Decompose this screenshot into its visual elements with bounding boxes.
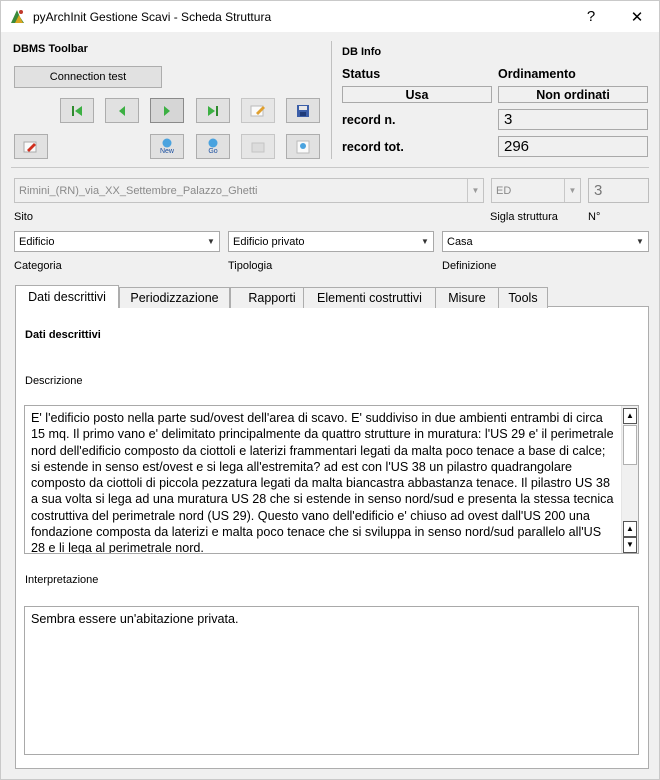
definizione-label: Definizione (442, 260, 497, 272)
tab-panel-dati-descrittivi: Dati descrittivi Descrizione E' l'edific… (15, 306, 649, 769)
last-record-icon (208, 105, 218, 116)
order-label: Ordinamento (498, 67, 576, 81)
tab-rapporti[interactable]: Rapporti (230, 287, 314, 308)
numero-label: N° (588, 211, 601, 223)
edit-button[interactable] (241, 98, 275, 123)
interpretazione-textarea[interactable]: Sembra essere un'abitazione privata. (24, 606, 639, 755)
tipologia-value: Edificio privato (233, 235, 305, 248)
next-record-icon (164, 105, 170, 116)
record-tot-field: 296 (498, 136, 648, 157)
go-label: Go (208, 148, 218, 155)
view-button[interactable] (241, 134, 275, 159)
sigla-combo[interactable]: ED ▼ (491, 178, 581, 203)
sort-icon (296, 140, 310, 153)
order-field: Non ordinati (498, 86, 648, 103)
chevron-down-icon: ▼ (421, 237, 429, 246)
tab-periodizzazione[interactable]: Periodizzazione (119, 287, 230, 308)
definizione-combo[interactable]: Casa ▼ (442, 231, 649, 252)
edit-record-icon (23, 141, 37, 152)
record-tot-label: record tot. (342, 140, 404, 154)
new-record-icon (162, 138, 172, 148)
edit-icon (250, 105, 265, 116)
tab-misure[interactable]: Misure (435, 287, 499, 308)
chevron-down-icon: ▼ (467, 179, 483, 202)
first-record-icon (72, 105, 82, 116)
tipologia-combo[interactable]: Edificio privato ▼ (228, 231, 434, 252)
scroll-down-icon[interactable]: ▼ (623, 537, 637, 553)
delete-record-button[interactable] (14, 134, 48, 159)
sigla-value: ED (496, 184, 512, 197)
descrizione-scrollbar[interactable]: ▲ ▲ ▼ (621, 406, 638, 553)
help-button[interactable]: ? (568, 1, 614, 32)
new-record-button[interactable]: New (150, 134, 184, 159)
app-icon (11, 10, 24, 23)
help-icon: ? (586, 8, 596, 25)
previous-record-icon (119, 105, 125, 116)
folder-icon (251, 142, 265, 152)
scroll-up-icon[interactable]: ▲ (623, 521, 637, 537)
chevron-down-icon: ▼ (636, 237, 644, 246)
chevron-down-icon: ▼ (207, 237, 215, 246)
scroll-up-icon[interactable]: ▲ (623, 408, 637, 424)
go-button[interactable]: Go (196, 134, 230, 159)
chevron-down-icon: ▼ (564, 179, 580, 202)
sort-button[interactable] (286, 134, 320, 159)
interpretazione-text: Sembra essere un'abitazione privata. (31, 612, 239, 626)
panel-heading: Dati descrittivi (25, 329, 101, 341)
new-label: New (159, 148, 174, 155)
save-icon (297, 104, 309, 117)
record-n-label: record n. (342, 113, 396, 127)
interpretazione-label: Interpretazione (25, 574, 99, 586)
close-button[interactable]: ✕ (614, 1, 660, 32)
sigla-label: Sigla struttura (490, 211, 558, 223)
previous-record-button[interactable] (105, 98, 139, 123)
descrizione-text: E' l'edificio posto nella parte sud/oves… (31, 411, 614, 554)
descrizione-label: Descrizione (25, 375, 83, 387)
save-button[interactable] (286, 98, 320, 123)
status-label: Status (342, 67, 381, 81)
scrollbar-thumb[interactable] (623, 425, 637, 465)
tab-elementi-costruttivi[interactable]: Elementi costruttivi (303, 287, 436, 308)
sito-combo[interactable]: Rimini_(RN)_via_XX_Settembre_Palazzo_Ghe… (14, 178, 484, 203)
next-record-button[interactable] (150, 98, 184, 123)
descrizione-textarea[interactable]: E' l'edificio posto nella parte sud/oves… (24, 405, 639, 554)
tab-dati-descrittivi[interactable]: Dati descrittivi (15, 285, 119, 308)
connection-test-button[interactable]: Connection test (14, 66, 162, 88)
title-bar: pyArchInit Gestione Scavi - Scheda Strut… (1, 1, 659, 32)
db-info-title: DB Info (342, 46, 382, 58)
sito-value: Rimini_(RN)_via_XX_Settembre_Palazzo_Ghe… (19, 184, 258, 197)
main-window: pyArchInit Gestione Scavi - Scheda Strut… (0, 0, 660, 780)
dbms-toolbar-title: DBMS Toolbar (13, 43, 88, 55)
categoria-label: Categoria (14, 260, 62, 272)
last-record-button[interactable] (196, 98, 230, 123)
tipologia-label: Tipologia (228, 260, 273, 272)
tab-tools[interactable]: Tools (498, 287, 548, 308)
sito-label: Sito (14, 211, 33, 223)
numero-field[interactable]: 3 (588, 178, 649, 203)
close-icon: ✕ (630, 8, 644, 26)
toolbar-separator (331, 41, 332, 159)
record-n-field: 3 (498, 109, 648, 130)
status-field: Usa (342, 86, 492, 103)
search-icon (208, 138, 218, 148)
header-separator (11, 167, 649, 168)
first-record-button[interactable] (60, 98, 94, 123)
window-title: pyArchInit Gestione Scavi - Scheda Strut… (33, 10, 272, 24)
definizione-value: Casa (447, 235, 473, 248)
categoria-combo[interactable]: Edificio ▼ (14, 231, 220, 252)
categoria-value: Edificio (19, 235, 55, 248)
